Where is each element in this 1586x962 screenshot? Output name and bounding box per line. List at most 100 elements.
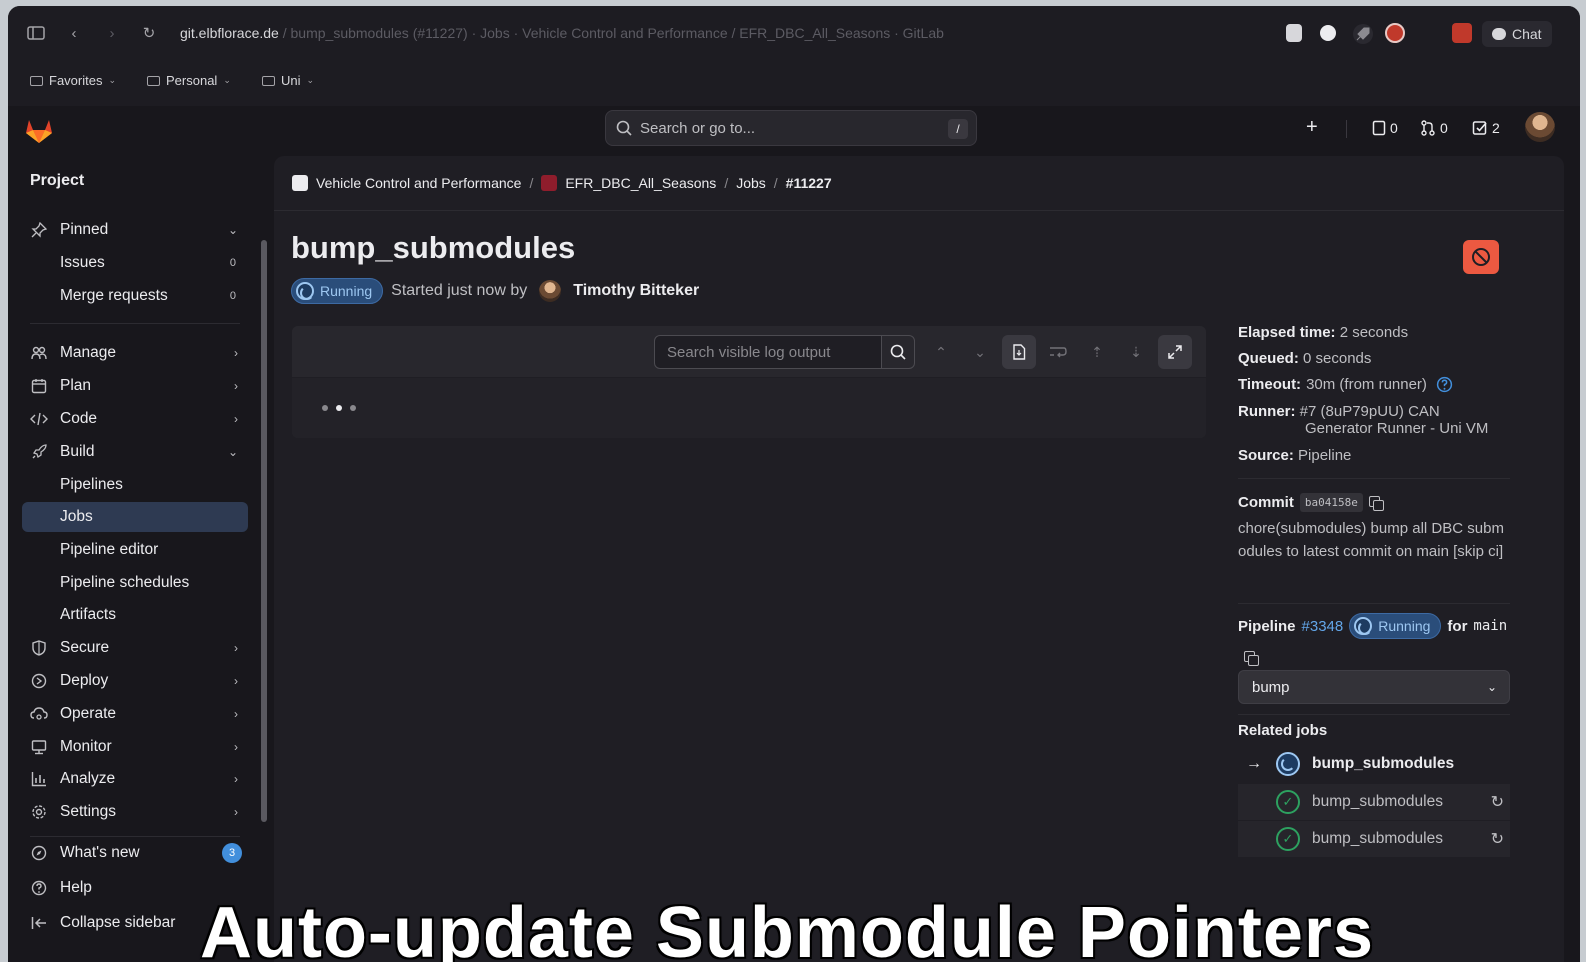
sidebar-divider (1238, 714, 1510, 715)
sidebar-item-label: Artifacts (60, 606, 116, 623)
related-job-item[interactable]: ✓ bump_submodules ↻ (1238, 784, 1510, 820)
folder-icon (30, 75, 43, 86)
copy-branch-button[interactable] (1244, 649, 1259, 667)
sidebar-item-operate[interactable]: Operate › (22, 699, 248, 729)
contrast-extension-icon[interactable] (1320, 25, 1336, 41)
help-icon[interactable] (1436, 376, 1453, 393)
ublock-extension-icon[interactable] (1385, 23, 1405, 43)
sidebar-item-secure[interactable]: Secure › (22, 633, 248, 663)
chevron-right-icon: › (234, 379, 238, 393)
running-icon (1354, 617, 1373, 635)
stage-dropdown[interactable]: bump ⌄ (1238, 670, 1510, 704)
copy-icon[interactable] (1368, 495, 1384, 511)
raw-log-button[interactable] (1002, 335, 1036, 369)
previous-match-button[interactable]: ⌃ (924, 335, 958, 369)
running-icon (296, 282, 314, 300)
breadcrumb-jobs[interactable]: Jobs (736, 175, 766, 191)
breadcrumb-current[interactable]: #11227 (786, 175, 832, 191)
breadcrumb-group[interactable]: Vehicle Control and Performance (316, 175, 521, 191)
log-toolbar: Search visible log output ⌃ ⌄ ⇡ ⇣ (292, 326, 1206, 378)
log-search-input[interactable]: Search visible log output (654, 335, 882, 369)
chat-button[interactable]: Chat (1482, 21, 1552, 47)
breadcrumb-divider (274, 210, 1564, 211)
sidebar-item-artifacts[interactable]: Artifacts (22, 600, 248, 630)
rocket-extension-icon[interactable] (1353, 24, 1373, 44)
sidebar-item-code[interactable]: Code › (22, 404, 248, 434)
todo-counter[interactable]: 2 (1472, 120, 1500, 136)
cancel-job-button[interactable] (1463, 240, 1499, 274)
sidebar-item-pipeline-schedules[interactable]: Pipeline schedules (22, 568, 248, 598)
sidebar-item-merge-requests[interactable]: Merge requests 0 (22, 281, 248, 311)
issues-counter[interactable]: 0 (1372, 120, 1398, 136)
sidebar-item-label: Pinned (60, 221, 109, 238)
branch-name[interactable]: main (1473, 618, 1507, 634)
status-label: Running (320, 283, 373, 299)
related-job-item[interactable]: ✓ bump_submodules ↻ (1238, 821, 1510, 857)
s-extension-icon[interactable] (1452, 23, 1472, 43)
scroll-to-bottom-button[interactable]: ⇣ (1119, 335, 1153, 369)
commit-sha[interactable]: ba04158e (1299, 493, 1363, 512)
bookmark-personal[interactable]: Personal ⌄ (147, 73, 231, 88)
status-badge[interactable]: Running (291, 278, 384, 304)
next-match-button[interactable]: ⌄ (963, 335, 997, 369)
elapsed-value: 2 seconds (1339, 324, 1409, 341)
bookmark-uni[interactable]: Uni ⌄ (262, 73, 314, 88)
sidebar-item-plan[interactable]: Plan › (22, 371, 248, 401)
bookmark-favorites[interactable]: Favorites ⌄ (30, 73, 116, 88)
sidebar-toggle-icon[interactable] (26, 23, 46, 43)
main-content: Vehicle Control and Performance / EFR_DB… (274, 156, 1564, 962)
back-icon[interactable]: ‹ (64, 23, 84, 43)
sidebar-item-manage[interactable]: Manage › (22, 338, 248, 368)
url-text[interactable]: git.elbflorace.de / bump_submodules (#11… (180, 25, 944, 41)
cancel-icon (1471, 247, 1491, 267)
sidebar-item-pinned[interactable]: Pinned ⌄ (22, 215, 248, 245)
queued-time: Queued: 0 seconds (1238, 350, 1371, 367)
sidebar-item-deploy[interactable]: Deploy › (22, 666, 248, 696)
shield-extension-icon[interactable] (1286, 24, 1302, 42)
log-output (292, 378, 1206, 438)
monitor-icon (30, 738, 48, 756)
related-job-name: bump_submodules (1312, 830, 1443, 847)
sidebar-scrollbar[interactable] (261, 240, 267, 822)
chevron-right-icon: › (234, 772, 238, 786)
user-avatar[interactable] (1525, 112, 1555, 142)
author-name[interactable]: Timothy Bitteker (573, 282, 699, 300)
video-caption: Auto-update Submodule Pointers (200, 893, 1374, 962)
chevron-down-icon: ⌄ (227, 445, 238, 459)
sidebar-item-pipeline-editor[interactable]: Pipeline editor (22, 535, 248, 565)
create-new-icon[interactable]: + (1306, 116, 1318, 139)
sidebar-item-jobs[interactable]: Jobs (22, 502, 248, 532)
runner-value[interactable]: #7 (8uP79pUU) CAN (1300, 403, 1440, 420)
sidebar-item-monitor[interactable]: Monitor › (22, 732, 248, 762)
forward-icon[interactable]: › (102, 23, 122, 43)
author-avatar[interactable] (539, 280, 562, 302)
pipeline-link[interactable]: #3348 (1302, 618, 1344, 635)
related-job-item[interactable]: → bump_submodules (1238, 746, 1510, 782)
loading-dot (336, 405, 342, 411)
reload-icon[interactable]: ↻ (139, 23, 159, 43)
retry-icon[interactable]: ↻ (1491, 829, 1504, 849)
mr-count-badge: 0 (229, 290, 236, 302)
gitlab-logo-icon[interactable] (24, 116, 54, 144)
copy-icon (1244, 650, 1259, 666)
scroll-to-top-button[interactable]: ⇡ (1080, 335, 1114, 369)
sidebar-item-settings[interactable]: Settings › (22, 797, 248, 827)
sidebar-item-whats-new[interactable]: What's new 3 (22, 838, 248, 868)
related-jobs-label: Related jobs (1238, 722, 1328, 739)
fullscreen-button[interactable] (1158, 335, 1192, 369)
sidebar-item-issues[interactable]: Issues 0 (22, 248, 248, 278)
sidebar-item-pipelines[interactable]: Pipelines (22, 470, 248, 500)
retry-icon[interactable]: ↻ (1491, 792, 1504, 812)
log-search-button[interactable] (881, 335, 915, 369)
maximize-icon (1168, 345, 1182, 359)
sidebar-item-label: Pipelines (60, 476, 123, 493)
breadcrumb-separator: / (724, 175, 729, 191)
global-search-input[interactable]: Search or go to... / (605, 110, 977, 146)
sidebar-item-build[interactable]: Build ⌄ (22, 437, 248, 467)
pipeline-status-badge[interactable]: Running (1349, 613, 1442, 639)
sidebar-item-analyze[interactable]: Analyze › (22, 764, 248, 794)
related-jobs-heading: Related jobs (1238, 722, 1327, 739)
merge-requests-counter[interactable]: 0 (1420, 120, 1448, 136)
wrap-lines-button[interactable] (1041, 335, 1075, 369)
breadcrumb-project[interactable]: EFR_DBC_All_Seasons (565, 175, 716, 191)
